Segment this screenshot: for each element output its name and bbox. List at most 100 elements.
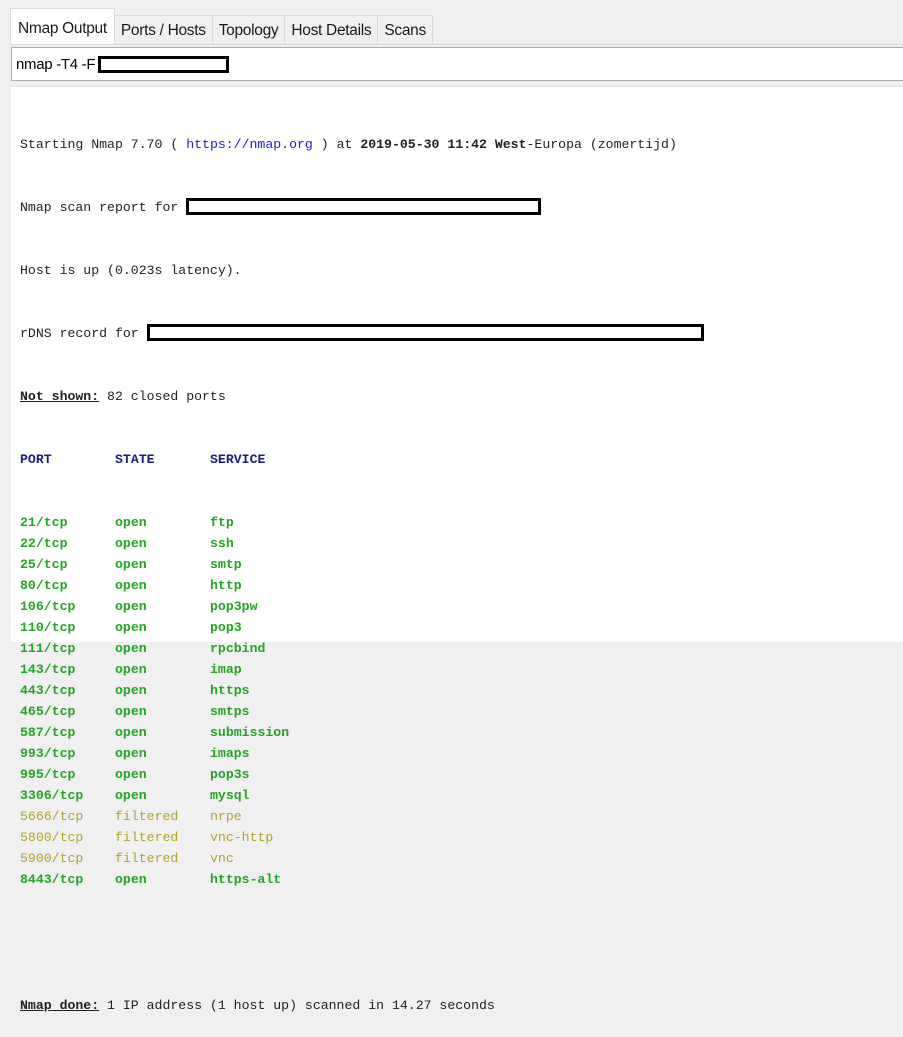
port-row: 443/tcp open https	[20, 680, 903, 701]
redacted-host	[186, 197, 542, 215]
service-cell: submission	[210, 725, 290, 740]
port-row: 465/tcp open smtps	[20, 701, 903, 722]
timezone-bold: West	[486, 137, 527, 152]
tab-divider	[10, 44, 903, 45]
port-row: 110/tcp open pop3	[20, 617, 903, 638]
port-cell: 110/tcp	[20, 620, 76, 635]
tab-host-details[interactable]: Host Details	[285, 15, 379, 45]
header-state: STATE	[115, 452, 155, 467]
tab-nmap-output[interactable]: Nmap Output	[10, 8, 115, 45]
command-input[interactable]: nmap -T4 -F	[11, 47, 903, 81]
output-line-done: Nmap done: 1 IP address (1 host up) scan…	[20, 995, 903, 1016]
scan-datetime: 2019-05-30 11:42	[360, 137, 487, 152]
state-cell: open	[115, 767, 147, 782]
port-row: 80/tcp open http	[20, 575, 903, 596]
port-cell: 143/tcp	[20, 662, 76, 677]
output-line-report: Nmap scan report for	[20, 197, 903, 218]
tab-bar: Nmap Output Ports / Hosts Topology Host …	[10, 8, 903, 45]
port-cell: 80/tcp	[20, 578, 68, 593]
state-cell: filtered	[115, 830, 179, 845]
state-cell: open	[115, 515, 147, 530]
rdns-text: rDNS record for	[20, 326, 147, 341]
state-cell: filtered	[115, 809, 179, 824]
state-cell: open	[115, 599, 147, 614]
service-cell: http	[210, 578, 242, 593]
port-cell: 5900/tcp	[20, 851, 84, 866]
start-text: Starting Nmap 7.70 (	[20, 137, 187, 152]
port-row: 993/tcp open imaps	[20, 743, 903, 764]
port-cell: 22/tcp	[20, 536, 68, 551]
service-cell: ftp	[210, 515, 234, 530]
state-cell: open	[115, 872, 147, 887]
port-row: 5800/tcp filtered vnc-http	[20, 827, 903, 848]
port-cell: 8443/tcp	[20, 872, 84, 887]
service-cell: vnc-http	[210, 830, 274, 845]
state-cell: open	[115, 746, 147, 761]
output-line-not-shown: Not shown: 82 closed ports	[20, 386, 903, 407]
ports-table-body: 21/tcp open ftp 22/tcp open ssh 25/tcp open smtp…	[20, 512, 903, 890]
port-cell: 443/tcp	[20, 683, 76, 698]
service-cell: pop3s	[210, 767, 250, 782]
port-cell: 587/tcp	[20, 725, 76, 740]
redacted-target	[98, 55, 230, 73]
output-line-host-up: Host is up (0.023s latency).	[20, 260, 903, 281]
service-cell: pop3pw	[210, 599, 258, 614]
service-cell: vnc	[210, 851, 234, 866]
header-port: PORT	[20, 452, 52, 467]
service-cell: https-alt	[210, 872, 282, 887]
port-row: 111/tcp open rpcbind	[20, 638, 903, 659]
state-cell: open	[115, 641, 147, 656]
redacted-rdns	[146, 323, 704, 341]
state-cell: open	[115, 788, 147, 803]
start-at: ) at	[312, 137, 361, 152]
host-up-text: Host is up (0.023s latency).	[20, 263, 242, 278]
state-cell: open	[115, 557, 147, 572]
state-cell: open	[115, 725, 147, 740]
port-cell: 5666/tcp	[20, 809, 84, 824]
state-cell: filtered	[115, 851, 179, 866]
service-cell: pop3	[210, 620, 242, 635]
tab-ports-hosts[interactable]: Ports / Hosts	[114, 15, 213, 45]
port-cell: 995/tcp	[20, 767, 76, 782]
service-cell: imaps	[210, 746, 250, 761]
output-line-start: Starting Nmap 7.70 ( https://nmap.org ) …	[20, 134, 903, 155]
not-shown-label: Not shown:	[20, 389, 100, 404]
port-row: 25/tcp open smtp	[20, 554, 903, 575]
command-text: nmap -T4 -F	[16, 55, 96, 73]
port-cell: 465/tcp	[20, 704, 76, 719]
tab-topology[interactable]: Topology	[212, 15, 286, 45]
timezone-rest: -Europa (zomertijd)	[526, 137, 677, 152]
port-row: 3306/tcp open mysql	[20, 785, 903, 806]
state-cell: open	[115, 578, 147, 593]
port-row: 8443/tcp open https-alt	[20, 869, 903, 890]
service-cell: imap	[210, 662, 242, 677]
state-cell: open	[115, 704, 147, 719]
state-cell: open	[115, 683, 147, 698]
done-summary: 1 IP address (1 host up) scanned in 14.2…	[99, 998, 495, 1013]
report-text: Nmap scan report for	[20, 200, 187, 215]
nmap-output-pane[interactable]: Starting Nmap 7.70 ( https://nmap.org ) …	[11, 86, 903, 1013]
ports-table-header: PORT STATE SERVICE	[20, 449, 903, 470]
nmap-url-link[interactable]: https://nmap.org	[186, 137, 313, 152]
port-row: 587/tcp open submission	[20, 722, 903, 743]
port-cell: 25/tcp	[20, 557, 68, 572]
port-cell: 993/tcp	[20, 746, 76, 761]
port-row: 143/tcp open imap	[20, 659, 903, 680]
port-cell: 111/tcp	[20, 641, 76, 656]
service-cell: rpcbind	[210, 641, 266, 656]
port-row: 21/tcp open ftp	[20, 512, 903, 533]
service-cell: smtps	[210, 704, 250, 719]
tab-scans[interactable]: Scans	[378, 15, 433, 45]
service-cell: nrpe	[210, 809, 242, 824]
service-cell: smtp	[210, 557, 242, 572]
service-cell: ssh	[210, 536, 234, 551]
output-line-rdns: rDNS record for	[20, 323, 903, 344]
port-row: 22/tcp open ssh	[20, 533, 903, 554]
port-cell: 106/tcp	[20, 599, 76, 614]
state-cell: open	[115, 536, 147, 551]
header-service: SERVICE	[210, 452, 266, 467]
port-cell: 21/tcp	[20, 515, 68, 530]
not-shown-value: 82 closed ports	[99, 389, 226, 404]
port-row: 995/tcp open pop3s	[20, 764, 903, 785]
